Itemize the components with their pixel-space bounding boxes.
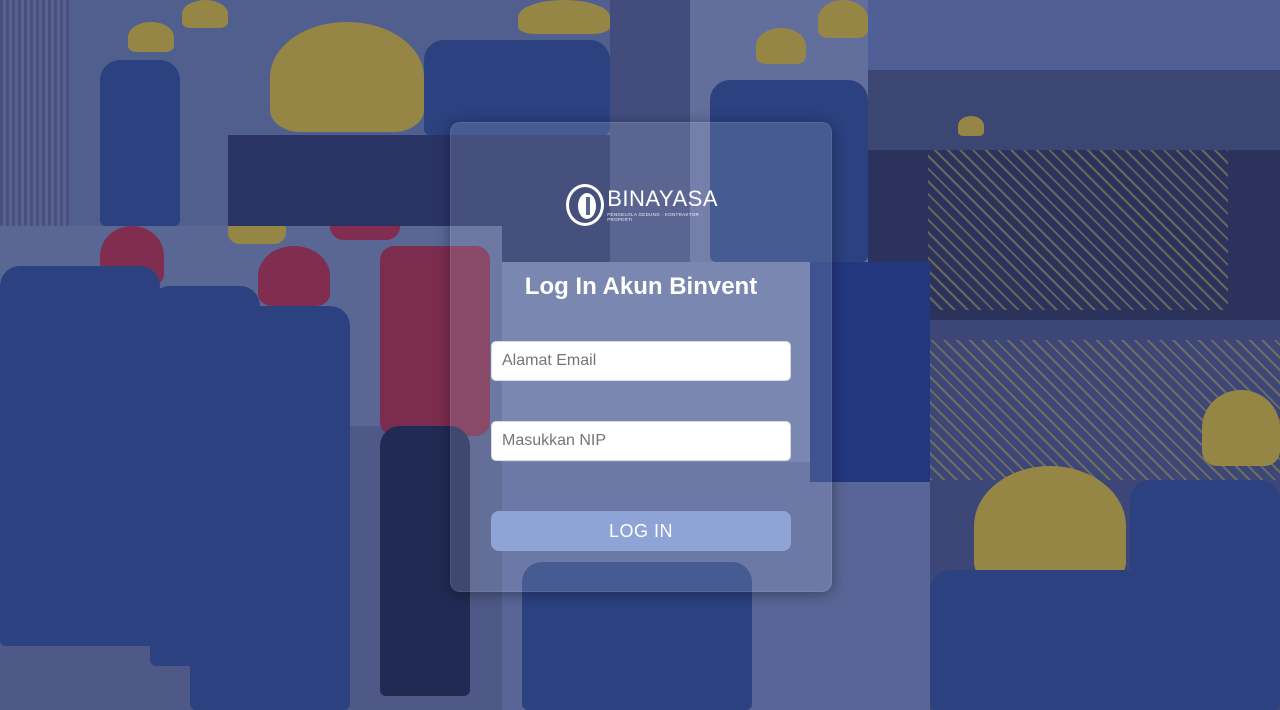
binayasa-logo-icon (566, 184, 605, 226)
brand-logo: BINAYASA PENGELOLA GEDUNG · KONTRAKTOR ·… (566, 181, 718, 229)
login-button[interactable]: LOG IN (491, 511, 791, 551)
login-card: BINAYASA PENGELOLA GEDUNG · KONTRAKTOR ·… (450, 122, 832, 592)
nip-field[interactable] (491, 421, 791, 461)
brand-tagline: PENGELOLA GEDUNG · KONTRAKTOR · PROPERTI (607, 212, 703, 222)
brand-wordmark: BINAYASA PENGELOLA GEDUNG · KONTRAKTOR ·… (607, 186, 718, 223)
email-field[interactable] (491, 341, 791, 381)
brand-name: BINAYASA (607, 186, 718, 211)
login-title: Log In Akun Binvent (524, 273, 758, 300)
